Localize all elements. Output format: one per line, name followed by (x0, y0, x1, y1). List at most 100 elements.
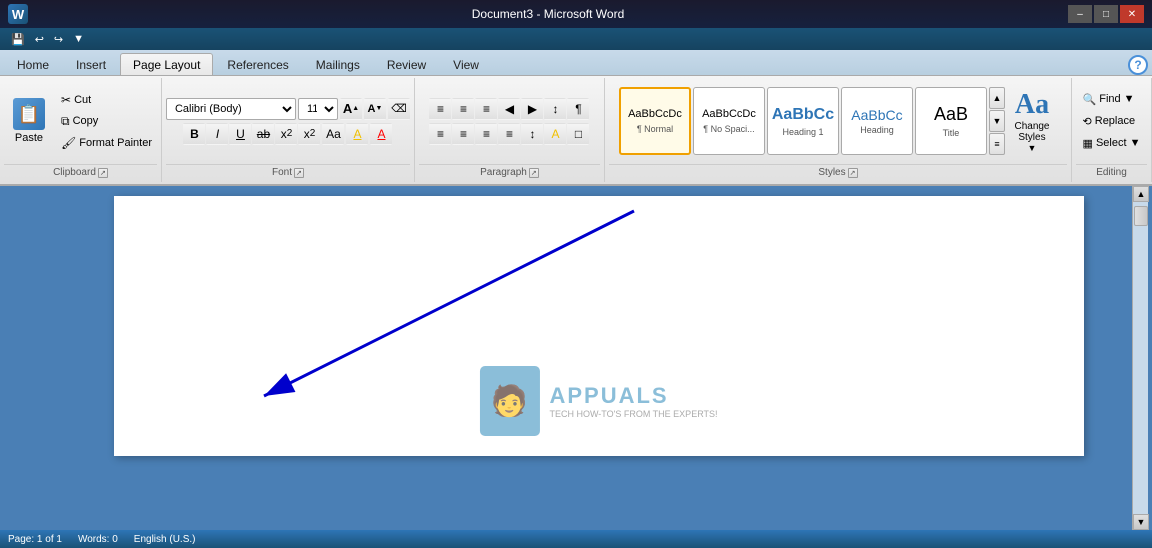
font-size-select[interactable]: 11 (298, 98, 338, 120)
justify-button[interactable]: ≡ (498, 123, 520, 145)
editing-group: 🔍 Find ▼ ⟲ Replace ▦ Select ▼ Editing (1072, 78, 1152, 182)
bullets-button[interactable]: ≡ (429, 98, 451, 120)
para-row-2: ≡ ≡ ≡ ≡ ↕ A □ (429, 123, 589, 145)
numbering-button[interactable]: ≡ (452, 98, 474, 120)
underline-button[interactable]: U (229, 123, 251, 145)
highlight-button[interactable]: A (346, 123, 368, 145)
change-styles-icon: Aa (1015, 89, 1049, 121)
multilevel-list-button[interactable]: ≡ (475, 98, 497, 120)
styles-scroll-down[interactable]: ▼ (989, 110, 1005, 132)
shrink-font-button[interactable]: A▼ (364, 98, 386, 120)
tab-references[interactable]: References (214, 53, 301, 75)
search-icon: 🔍 (1083, 93, 1097, 106)
style-nospacing[interactable]: AaBbCcDc ¶ No Spaci... (693, 87, 765, 155)
select-button[interactable]: ▦ Select ▼ (1078, 134, 1146, 153)
nospacing-preview: AaBbCcDc (702, 108, 756, 121)
align-center-button[interactable]: ≡ (452, 123, 474, 145)
appuals-watermark: 🧑 APPUALS TECH HOW-TO'S FROM THE EXPERTS… (479, 366, 717, 436)
format-painter-button[interactable]: 🖌 Format Painter (56, 133, 157, 153)
scroll-down-arrow[interactable]: ▼ (1133, 514, 1149, 530)
tab-home[interactable]: Home (4, 53, 62, 75)
nospacing-label: ¶ No Spaci... (703, 124, 754, 134)
superscript-button[interactable]: x2 (298, 123, 320, 145)
clipboard-expand-btn[interactable]: ↗ (98, 168, 108, 178)
italic-button[interactable]: I (206, 123, 228, 145)
heading1-preview: AaBbCc (772, 105, 834, 124)
decrease-indent-button[interactable]: ◀ (498, 98, 520, 120)
tab-pagelayout[interactable]: Page Layout (120, 53, 213, 75)
clipboard-small-btns: ✂ Cut ⧉ Copy 🖌 Format Painter (56, 80, 157, 162)
change-styles-label: Change Styles (1012, 121, 1052, 143)
tab-view[interactable]: View (440, 53, 492, 75)
appuals-text-block: APPUALS TECH HOW-TO'S FROM THE EXPERTS! (549, 383, 717, 419)
left-ruler (0, 186, 65, 530)
window-controls: – □ ✕ (1068, 5, 1144, 23)
align-left-button[interactable]: ≡ (429, 123, 451, 145)
style-normal[interactable]: AaBbCcDc ¶ Normal (619, 87, 691, 155)
grow-font-button[interactable]: A▲ (340, 98, 362, 120)
close-button[interactable]: ✕ (1120, 5, 1144, 23)
bold-button[interactable]: B (183, 123, 205, 145)
language-info: English (U.S.) (134, 534, 196, 545)
change-styles-button[interactable]: Aa Change Styles ▼ (1007, 84, 1057, 158)
undo-quick-btn[interactable]: ↩ (32, 32, 47, 47)
save-quick-btn[interactable]: 💾 (8, 32, 28, 47)
show-hide-button[interactable]: ¶ (567, 98, 589, 120)
normal-label: ¶ Normal (637, 124, 673, 134)
word-logo[interactable]: W (8, 4, 28, 24)
status-bar: Page: 1 of 1 Words: 0 English (U.S.) (0, 530, 1152, 548)
clipboard-label: Clipboard ↗ (4, 164, 157, 180)
tab-insert[interactable]: Insert (63, 53, 119, 75)
scroll-thumb[interactable] (1134, 206, 1148, 226)
maximize-button[interactable]: □ (1094, 5, 1118, 23)
line-spacing-button[interactable]: ↕ (521, 123, 543, 145)
redo-quick-btn[interactable]: ↪ (51, 32, 66, 47)
strikethrough-button[interactable]: ab (252, 123, 274, 145)
minimize-button[interactable]: – (1068, 5, 1092, 23)
find-button[interactable]: 🔍 Find ▼ (1078, 90, 1140, 109)
replace-button[interactable]: ⟲ Replace (1078, 112, 1141, 131)
scroll-up-arrow[interactable]: ▲ (1133, 186, 1149, 202)
sort-button[interactable]: ↕ (544, 98, 566, 120)
replace-icon: ⟲ (1083, 115, 1092, 128)
subscript-button[interactable]: x2 (275, 123, 297, 145)
appuals-character: 🧑 (479, 366, 539, 436)
style-heading1[interactable]: AaBbCc Heading 1 (767, 87, 839, 155)
document-page[interactable]: 🧑 APPUALS TECH HOW-TO'S FROM THE EXPERTS… (114, 196, 1084, 456)
right-scrollbar-area: ▲ ▼ (1132, 186, 1152, 530)
borders-button[interactable]: □ (567, 123, 589, 145)
font-color-button[interactable]: A (370, 123, 392, 145)
copy-button[interactable]: ⧉ Copy (56, 111, 157, 132)
heading2-label: Heading (860, 125, 894, 135)
styles-scroll-up[interactable]: ▲ (989, 87, 1005, 109)
tab-review[interactable]: Review (374, 53, 439, 75)
content-area: 🧑 APPUALS TECH HOW-TO'S FROM THE EXPERTS… (0, 186, 1152, 530)
font-family-select[interactable]: Calibri (Body) (166, 98, 296, 120)
format-buttons: B I U ab x2 x2 (183, 123, 320, 145)
tab-mailings[interactable]: Mailings (303, 53, 373, 75)
document-area[interactable]: 🧑 APPUALS TECH HOW-TO'S FROM THE EXPERTS… (65, 186, 1132, 530)
style-gallery: AaBbCcDc ¶ Normal AaBbCcDc ¶ No Spaci...… (619, 87, 987, 155)
vertical-scrollbar[interactable]: ▲ ▼ (1132, 186, 1148, 530)
style-heading2[interactable]: AaBbCc Heading (841, 87, 913, 155)
title-bar: W Document3 - Microsoft Word – □ ✕ (0, 0, 1152, 28)
clear-format-button[interactable]: ⌫ (388, 98, 410, 120)
title-label: Title (943, 128, 960, 138)
change-case-button[interactable]: Aa (322, 123, 344, 145)
styles-expand-btn[interactable]: ↗ (848, 168, 858, 178)
quickaccess-dropdown-btn[interactable]: ▼ (70, 32, 87, 46)
help-button[interactable]: ? (1128, 55, 1148, 75)
title-preview: AaB (934, 104, 968, 126)
clipboard-content: 📋 Paste ✂ Cut ⧉ Copy 🖌 Format Painter (4, 80, 157, 162)
style-title[interactable]: AaB Title (915, 87, 987, 155)
page-info: Page: 1 of 1 (8, 534, 62, 545)
font-expand-btn[interactable]: ↗ (294, 168, 304, 178)
paragraph-expand-btn[interactable]: ↗ (529, 168, 539, 178)
cut-button[interactable]: ✂ Cut (56, 90, 157, 110)
paste-button[interactable]: 📋 Paste (4, 80, 54, 162)
increase-indent-button[interactable]: ▶ (521, 98, 543, 120)
shading-button[interactable]: A (544, 123, 566, 145)
styles-more-btn[interactable]: ≡ (989, 133, 1005, 155)
paragraph-group: ≡ ≡ ≡ ◀ ▶ ↕ ¶ ≡ ≡ ≡ ≡ ↕ A □ Paragraph ↗ (415, 78, 605, 182)
align-right-button[interactable]: ≡ (475, 123, 497, 145)
